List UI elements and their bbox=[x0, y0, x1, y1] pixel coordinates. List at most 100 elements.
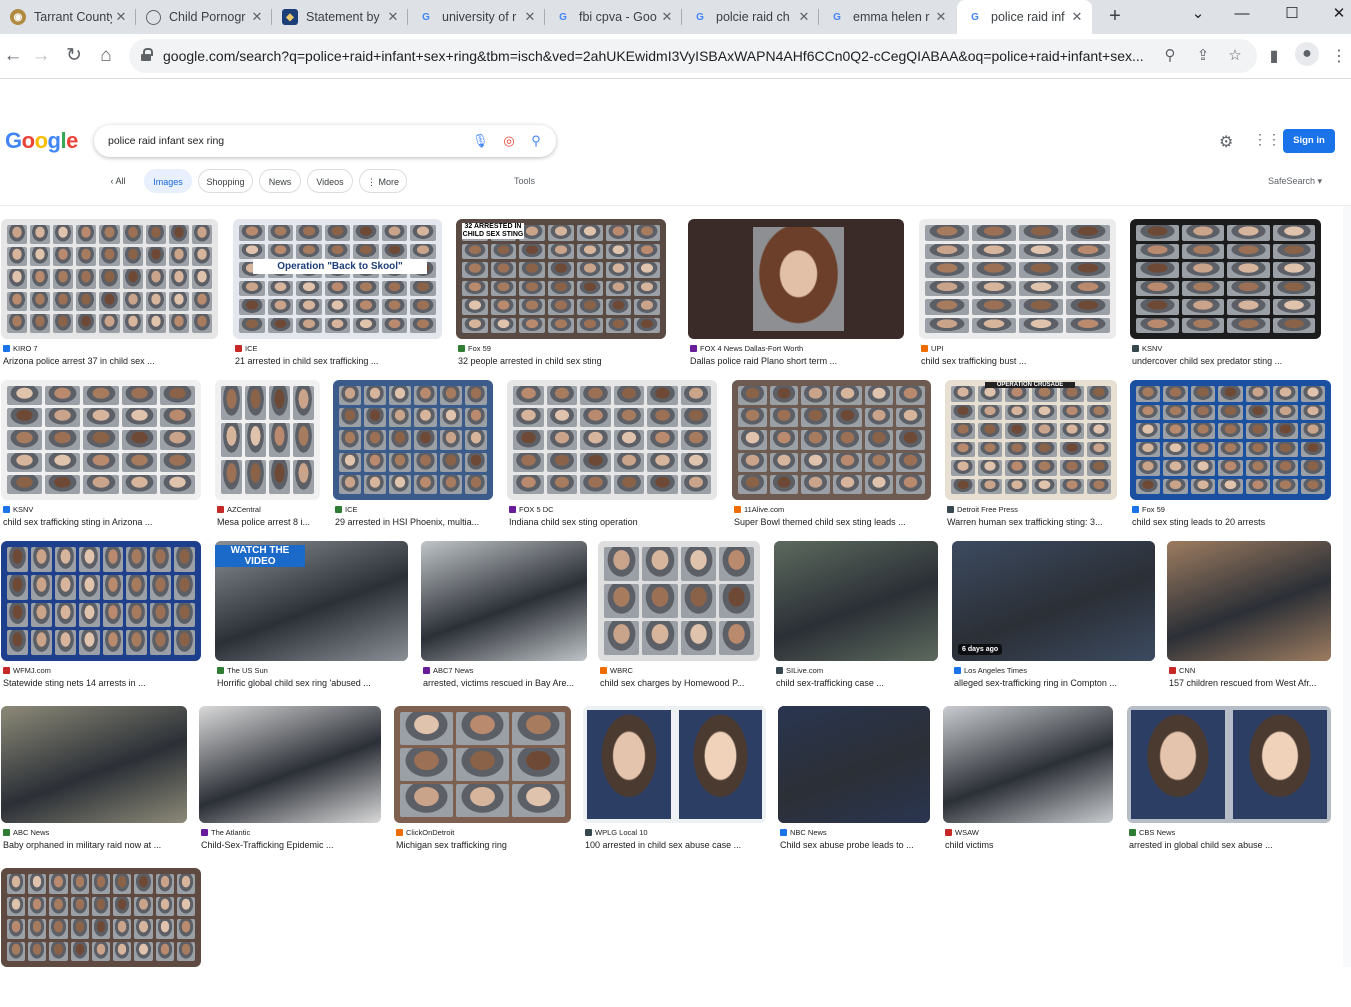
chip-shopping[interactable]: Shopping bbox=[198, 169, 253, 193]
result-source[interactable]: 11Alive.com bbox=[734, 505, 784, 514]
result-source[interactable]: ICE bbox=[335, 505, 358, 514]
result-thumbnail[interactable] bbox=[421, 541, 587, 661]
close-tab-icon[interactable]: ✕ bbox=[248, 9, 266, 25]
scrollbar[interactable] bbox=[1343, 206, 1351, 967]
result-source[interactable]: ClickOnDetroit bbox=[396, 828, 454, 837]
result-caption[interactable]: Child sex abuse probe leads to ... bbox=[780, 840, 914, 850]
result-caption[interactable]: Michigan sex trafficking ring bbox=[396, 840, 507, 850]
result-source[interactable]: CNN bbox=[1169, 666, 1195, 675]
result-caption[interactable]: Dallas police raid Plano short term ... bbox=[690, 356, 837, 366]
result-thumbnail[interactable] bbox=[1, 541, 201, 661]
close-tab-icon[interactable]: ✕ bbox=[521, 9, 539, 25]
result-caption[interactable]: Statewide sting nets 14 arrests in ... bbox=[3, 678, 146, 688]
search-icon[interactable]: ⚲ bbox=[528, 133, 544, 149]
image-result[interactable]: OPERATION CRUSADE Detroit Free Press Warre… bbox=[945, 380, 1117, 540]
minimize-icon[interactable]: — bbox=[1219, 0, 1265, 30]
result-thumbnail[interactable] bbox=[732, 380, 931, 500]
result-thumbnail[interactable] bbox=[1130, 219, 1321, 339]
chip-images[interactable]: Images bbox=[144, 169, 192, 193]
result-source[interactable]: Detroit Free Press bbox=[947, 505, 1018, 514]
url-text[interactable]: google.com/search?q=police+raid+infant+s… bbox=[163, 48, 1148, 64]
result-thumbnail[interactable] bbox=[507, 380, 717, 500]
image-result[interactable]: CNN 157 children rescued from West Afr... bbox=[1167, 541, 1331, 701]
result-source[interactable]: Fox 59 bbox=[1132, 505, 1165, 514]
result-source[interactable]: FOX 5 DC bbox=[509, 505, 554, 514]
image-result[interactable]: WATCH THE VIDEO The US Sun Horrific global… bbox=[215, 541, 408, 701]
image-result[interactable]: KIRO 7 Arizona police arrest 37 in child … bbox=[1, 219, 218, 379]
result-caption[interactable]: Arizona police arrest 37 in child sex ..… bbox=[3, 356, 155, 366]
image-result[interactable]: FOX 4 News Dallas-Fort Worth Dallas polic… bbox=[688, 219, 904, 379]
settings-gear-icon[interactable]: ⚙ bbox=[1219, 132, 1233, 152]
browser-tab[interactable]: Child Pornogr ✕ bbox=[136, 0, 272, 34]
result-thumbnail[interactable]: 32 ARRESTED IN CHILD SEX STING bbox=[456, 219, 666, 339]
result-caption[interactable]: Super Bowl themed child sex sting leads … bbox=[734, 517, 906, 527]
result-thumbnail[interactable] bbox=[199, 706, 381, 823]
result-caption[interactable]: Indiana child sex sting operation bbox=[509, 517, 638, 527]
image-result[interactable]: WSAW child victims bbox=[943, 706, 1113, 863]
profile-avatar-icon[interactable]: ● bbox=[1295, 42, 1319, 66]
new-tab-icon[interactable]: + bbox=[1104, 5, 1126, 27]
star-icon[interactable]: ☆ bbox=[1225, 46, 1245, 66]
browser-tab[interactable]: G university of r ✕ bbox=[408, 0, 545, 34]
result-caption[interactable]: 32 people arrested in child sex sting bbox=[458, 356, 602, 366]
result-source[interactable]: ICE bbox=[235, 344, 258, 353]
browser-tab[interactable]: ◆ Statement by ✕ bbox=[272, 0, 408, 34]
result-thumbnail[interactable] bbox=[1, 868, 201, 967]
result-source[interactable]: NBC News bbox=[780, 828, 827, 837]
image-result[interactable] bbox=[1, 868, 201, 1007]
google-logo[interactable]: Google bbox=[5, 128, 78, 154]
result-thumbnail[interactable]: Operation "Back to Skool" bbox=[233, 219, 442, 339]
result-source[interactable]: UPI bbox=[921, 344, 944, 353]
result-thumbnail[interactable]: 6 days ago bbox=[952, 541, 1155, 661]
result-caption[interactable]: child sex trafficking sting in Arizona .… bbox=[3, 517, 152, 527]
result-source[interactable]: KSNV bbox=[3, 505, 33, 514]
share-icon[interactable]: ⇪ bbox=[1193, 46, 1213, 66]
home-icon[interactable]: ⌂ bbox=[93, 43, 119, 69]
image-result[interactable]: WPLG Local 10 100 arrested in child sex a… bbox=[583, 706, 766, 863]
image-result[interactable]: ABC7 News arrested, victims rescued in Ba… bbox=[421, 541, 587, 701]
result-caption[interactable]: undercover child sex predator sting ... bbox=[1132, 356, 1282, 366]
result-source[interactable]: WBRC bbox=[600, 666, 633, 675]
image-result[interactable]: ClickOnDetroit Michigan sex trafficking r… bbox=[394, 706, 571, 863]
image-result[interactable]: 32 ARRESTED IN CHILD SEX STING Fox 59 32 p… bbox=[456, 219, 666, 379]
image-result[interactable]: The Atlantic Child-Sex-Trafficking Epidem… bbox=[199, 706, 381, 863]
browser-tab[interactable]: G emma helen r ✕ bbox=[819, 0, 956, 34]
reload-icon[interactable]: ↻ bbox=[61, 43, 87, 69]
close-tab-icon[interactable]: ✕ bbox=[384, 9, 402, 25]
address-bar[interactable]: google.com/search?q=police+raid+infant+s… bbox=[129, 39, 1257, 73]
result-caption[interactable]: Child-Sex-Trafficking Epidemic ... bbox=[201, 840, 334, 850]
result-caption[interactable]: child sex charges by Homewood P... bbox=[600, 678, 744, 688]
search-box[interactable]: police raid infant sex ring 🎙 ◎ ⚲ bbox=[94, 125, 556, 157]
result-caption[interactable]: 157 children rescued from West Afr... bbox=[1169, 678, 1316, 688]
result-thumbnail[interactable] bbox=[919, 219, 1116, 339]
result-source[interactable]: Los Angeles Times bbox=[954, 666, 1027, 675]
close-tab-icon[interactable]: ✕ bbox=[932, 9, 950, 25]
result-source[interactable]: WSAW bbox=[945, 828, 979, 837]
menu-kebab-icon[interactable]: ⋮ bbox=[1328, 46, 1350, 68]
image-result[interactable]: ICE 29 arrested in HSI Phoenix, multia... bbox=[333, 380, 493, 540]
image-result[interactable]: CBS News arrested in global child sex abu… bbox=[1127, 706, 1331, 863]
image-result[interactable]: ABC News Baby orphaned in military raid n… bbox=[1, 706, 187, 863]
result-source[interactable]: ABC News bbox=[3, 828, 49, 837]
chip-videos[interactable]: Videos bbox=[307, 169, 353, 193]
back-icon[interactable]: ← bbox=[0, 43, 26, 69]
microphone-icon[interactable]: 🎙 bbox=[472, 133, 489, 149]
result-caption[interactable]: 21 arrested in child sex trafficking ... bbox=[235, 356, 378, 366]
forward-icon[interactable]: → bbox=[28, 43, 54, 69]
image-result[interactable]: FOX 5 DC Indiana child sex sting operatio… bbox=[507, 380, 717, 540]
result-source[interactable]: FOX 4 News Dallas-Fort Worth bbox=[690, 344, 803, 353]
result-thumbnail[interactable] bbox=[333, 380, 493, 500]
result-source[interactable]: AZCentral bbox=[217, 505, 261, 514]
result-thumbnail[interactable] bbox=[1127, 706, 1331, 823]
result-source[interactable]: KIRO 7 bbox=[3, 344, 38, 353]
image-result[interactable]: NBC News Child sex abuse probe leads to .… bbox=[778, 706, 930, 863]
result-thumbnail[interactable] bbox=[1, 380, 201, 500]
result-caption[interactable]: 100 arrested in child sex abuse case ... bbox=[585, 840, 741, 850]
image-result[interactable]: KSNV undercover child sex predator sting … bbox=[1130, 219, 1321, 379]
result-caption[interactable]: Horrific global child sex ring 'abused .… bbox=[217, 678, 371, 688]
result-caption[interactable]: child victims bbox=[945, 840, 994, 850]
result-thumbnail[interactable] bbox=[1167, 541, 1331, 661]
image-result[interactable]: UPI child sex trafficking bust ... bbox=[919, 219, 1116, 379]
image-result[interactable]: SILive.com child sex-trafficking case ... bbox=[774, 541, 938, 701]
result-source[interactable]: ABC7 News bbox=[423, 666, 473, 675]
